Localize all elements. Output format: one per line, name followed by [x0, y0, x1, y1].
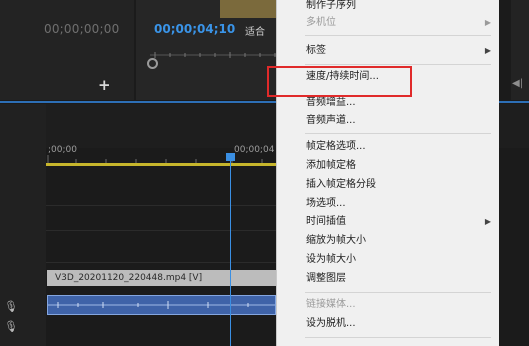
menu-item-make-subsequence[interactable]: 制作子序列 [277, 0, 499, 15]
menu-separator [305, 64, 491, 65]
menu-item-scale-to-frame-size[interactable]: 缩放为帧大小 [277, 232, 499, 250]
audio-waveform [48, 301, 275, 309]
submenu-arrow-icon: ▶ [484, 46, 491, 55]
step-back-icon[interactable]: ◀| [512, 78, 523, 89]
menu-item-label[interactable]: 标签 ▶ [277, 42, 499, 60]
menu-item-link-media: 链接媒体... [306, 299, 356, 310]
menu-separator [305, 133, 491, 134]
menu-item-add-frame-hold[interactable]: 添加帧定格 [277, 157, 499, 175]
program-video-preview [220, 0, 276, 18]
timeline-playhead-head[interactable] [226, 153, 235, 161]
menu-separator [305, 337, 491, 338]
source-monitor-panel [0, 0, 134, 100]
menu-item-field-options[interactable]: 场选项... [277, 195, 499, 213]
program-ruler [150, 52, 276, 58]
timeline-playhead[interactable] [230, 153, 231, 346]
program-timecode[interactable]: 00;00;04;10 [154, 22, 235, 36]
menu-item-audio-channels[interactable]: 音频声道... [277, 112, 499, 130]
menu-item-set-to-frame-size[interactable]: 设为帧大小 [277, 251, 499, 269]
submenu-arrow-icon: ▶ [484, 217, 491, 226]
timeline-time-start: ;00;00 [48, 145, 77, 155]
context-menu: 制作子序列 多机位 ▶ 标签 ▶ 速度/持续时间... 音频增益... 音频声道..… [276, 0, 499, 346]
microphone-icon[interactable]: 🎙 [4, 300, 18, 313]
playhead-handle[interactable] [147, 58, 158, 69]
source-timecode: 00;00;00;00 [44, 22, 120, 36]
menu-item-time-interpolation[interactable]: 时间插值 ▶ [277, 213, 499, 231]
menu-item-insert-frame-hold-segment[interactable]: 插入帧定格分段 [277, 176, 499, 194]
menu-item-make-offline[interactable]: 设为脱机... [277, 315, 499, 333]
highlight-annotation-box [267, 66, 412, 97]
menu-item-frame-hold-options[interactable]: 帧定格选项... [277, 138, 499, 156]
menu-item-adjustment-layer[interactable]: 调整图层 [277, 270, 499, 288]
fit-dropdown[interactable]: 适合 [245, 23, 265, 38]
menu-separator [305, 292, 491, 293]
menu-item-multicam: 多机位 ▶ [277, 14, 499, 32]
audio-clip[interactable] [47, 295, 276, 315]
add-button[interactable]: + [98, 76, 111, 94]
video-clip[interactable]: V3D_20201120_220448.mp4 [V] [47, 270, 276, 286]
microphone-icon[interactable]: 🎙 [4, 320, 18, 333]
timeline-time-mid: 00;00;04 [234, 145, 275, 155]
menu-separator [305, 35, 491, 36]
submenu-arrow-icon: ▶ [484, 18, 491, 27]
